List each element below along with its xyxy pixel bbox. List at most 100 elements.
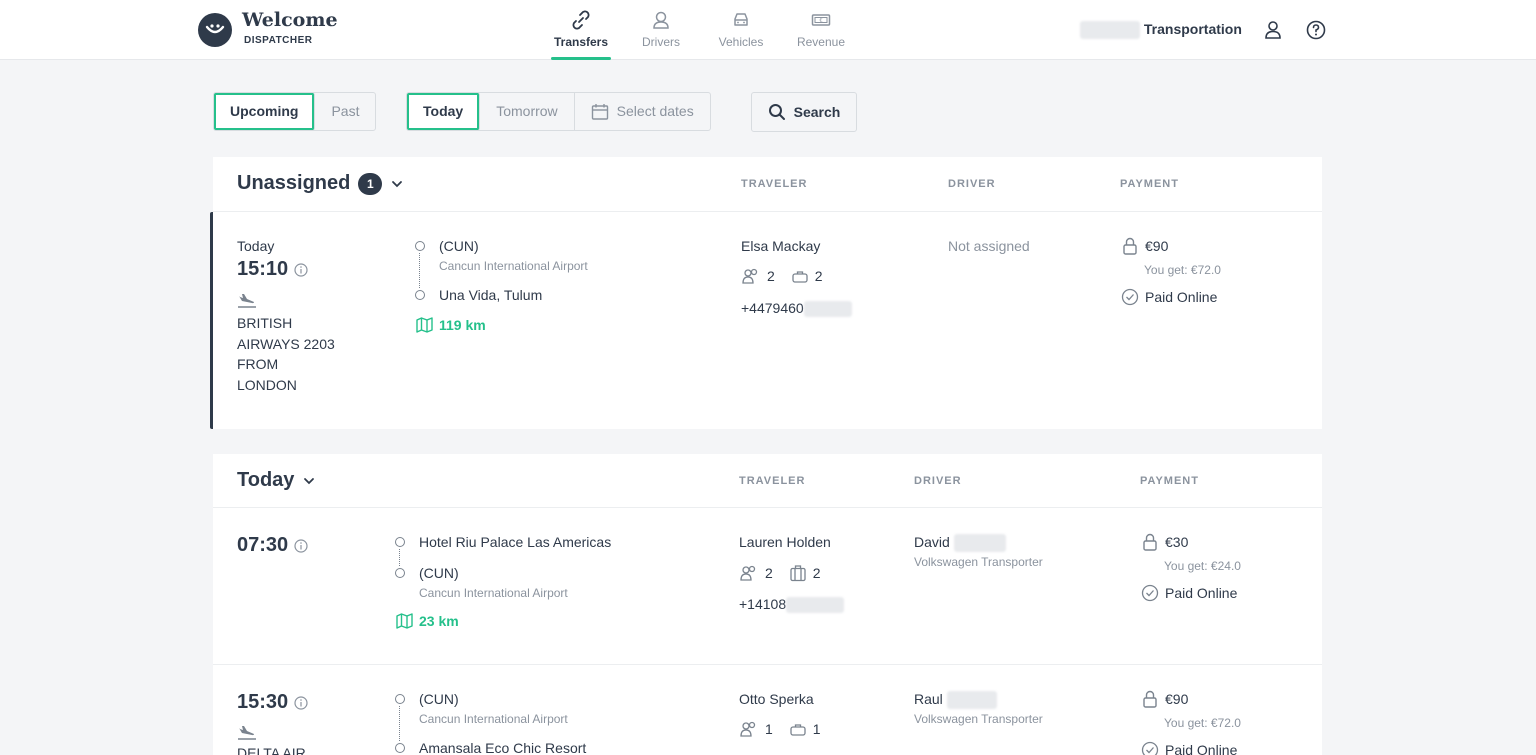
transfer-time: 15:10 [237, 258, 308, 281]
phone-value: +14108 [739, 596, 787, 612]
traveler-phone[interactable]: +4479460 [741, 300, 852, 318]
section-title[interactable]: Unassigned 1 [237, 172, 404, 195]
plane-landing-icon [238, 294, 256, 308]
redacted-text [953, 534, 1006, 553]
traveler-name: Otto Sperka [739, 691, 814, 707]
pickup-name: Cancun International Airport [439, 259, 588, 273]
past-option[interactable]: Past [315, 93, 375, 130]
nav-vehicles[interactable]: Vehicles [712, 0, 770, 60]
price: €90 [1145, 238, 1169, 254]
car-icon [734, 13, 748, 26]
today-option[interactable]: Today [407, 93, 481, 130]
driver-status[interactable]: Not assigned [948, 238, 1030, 254]
company-name: Transportation [1080, 21, 1242, 40]
lock-icon [1123, 237, 1137, 255]
section-title[interactable]: Today [237, 469, 316, 492]
route-distance[interactable]: 119 km [416, 317, 486, 333]
redacted-text [803, 301, 852, 318]
pickup-code: (CUN) [419, 691, 459, 707]
passenger-count: 1 [765, 721, 773, 737]
route-distance[interactable]: 23 km [396, 613, 459, 629]
tomorrow-option[interactable]: Tomorrow [480, 93, 575, 130]
user-icon[interactable] [1262, 19, 1284, 41]
lock-icon [1143, 533, 1157, 551]
redacted-text [1080, 21, 1140, 40]
chevron-down-icon[interactable] [302, 474, 316, 488]
traveler-phone[interactable]: +14108 [739, 596, 845, 614]
traveler-counts: 2 2 [741, 268, 823, 284]
luggage-count: 2 [812, 565, 821, 581]
map-icon [416, 317, 433, 333]
nav-revenue[interactable]: € Revenue [793, 0, 849, 60]
nav-label: Revenue [796, 35, 846, 49]
info-icon[interactable] [294, 262, 308, 277]
payment-column-header: PAYMENT [1140, 475, 1199, 487]
banknote-icon: € [811, 14, 831, 26]
transfer-row[interactable]: 15:30 DELTA AIR (CUN) Cancun Internation… [213, 665, 1322, 755]
unassigned-title: Unassigned [237, 172, 351, 194]
link-icon [572, 10, 590, 30]
luggage-count: 1 [812, 721, 821, 737]
section-header: Today TRAVELER DRIVER PAYMENT [213, 454, 1322, 508]
info-icon[interactable] [294, 538, 308, 553]
distance-value: 119 km [439, 317, 486, 333]
passengers-icon [742, 268, 758, 284]
pickup-code: (CUN) [439, 238, 479, 254]
redacted-text [946, 691, 997, 710]
transfer-row[interactable]: 07:30 Hotel Riu Palace Las Americas (CUN… [213, 508, 1322, 664]
today-title: Today [237, 469, 295, 491]
map-icon [396, 613, 413, 629]
brand-subtitle: DISPATCHER [244, 35, 313, 46]
transfer-row[interactable]: Today 15:10 BRITISH AIRWAYS 2203 FROM LO… [210, 212, 1322, 429]
payment-status: Paid Online [1165, 585, 1238, 601]
dropoff-name: Una Vida, Tulum [439, 287, 543, 303]
driver-earnings: You get: €72.0 [1144, 263, 1221, 277]
traveler-counts: 1 1 [739, 721, 821, 737]
dispatcher-logo[interactable] [198, 13, 232, 47]
payment-column-header: PAYMENT [1120, 178, 1179, 190]
driver-name-value: Raul [914, 691, 943, 707]
count-badge: 1 [358, 172, 383, 195]
search-button[interactable]: Search [751, 92, 857, 132]
distance-value: 23 km [419, 613, 459, 629]
chevron-down-icon[interactable] [390, 177, 404, 191]
driver-name[interactable]: Raul [914, 691, 997, 710]
check-circle-icon [1121, 288, 1139, 306]
nav-transfers[interactable]: Transfers [551, 0, 611, 60]
dropoff-name: Amansala Eco Chic Resort [419, 740, 587, 755]
select-dates-label: Select dates [616, 103, 694, 119]
info-icon[interactable] [294, 695, 308, 710]
route-end-dot [395, 568, 405, 578]
pickup-name: Hotel Riu Palace Las Americas [419, 534, 612, 550]
transfer-day: Today [237, 238, 275, 254]
traveler-counts: 2 2 [739, 564, 821, 582]
route-line [399, 706, 400, 741]
route-line [419, 253, 420, 288]
passenger-count: 2 [765, 565, 773, 581]
driver-earnings: You get: €24.0 [1164, 559, 1241, 573]
phone-value: +4479460 [741, 300, 804, 316]
period-toggle: Upcoming Past [213, 92, 377, 131]
route-start-dot [395, 537, 405, 547]
svg-text:€: € [819, 18, 822, 24]
route-end-dot [415, 290, 425, 300]
select-dates-option[interactable]: Select dates [575, 93, 710, 130]
vehicle-name: Volkswagen Transporter [914, 555, 1043, 569]
nav-drivers[interactable]: Drivers [636, 0, 686, 60]
suitcase-icon [790, 565, 806, 582]
time-value: 07:30 [237, 534, 289, 556]
price: €30 [1165, 534, 1189, 550]
upcoming-option[interactable]: Upcoming [214, 93, 316, 130]
check-circle-icon [1141, 741, 1159, 755]
calendar-icon [591, 103, 608, 120]
route-start-dot [415, 241, 425, 251]
help-icon[interactable] [1305, 19, 1327, 41]
check-circle-icon [1141, 584, 1159, 602]
driver-name[interactable]: David [914, 534, 1006, 553]
driver-earnings: You get: €72.0 [1164, 716, 1241, 730]
brand-title: Welcome [242, 9, 338, 31]
section-header: Unassigned 1 TRAVELER DRIVER PAYMENT [213, 157, 1322, 212]
driver-column-header: DRIVER [914, 475, 962, 487]
route-start-dot [395, 694, 405, 704]
passengers-icon [740, 565, 756, 581]
